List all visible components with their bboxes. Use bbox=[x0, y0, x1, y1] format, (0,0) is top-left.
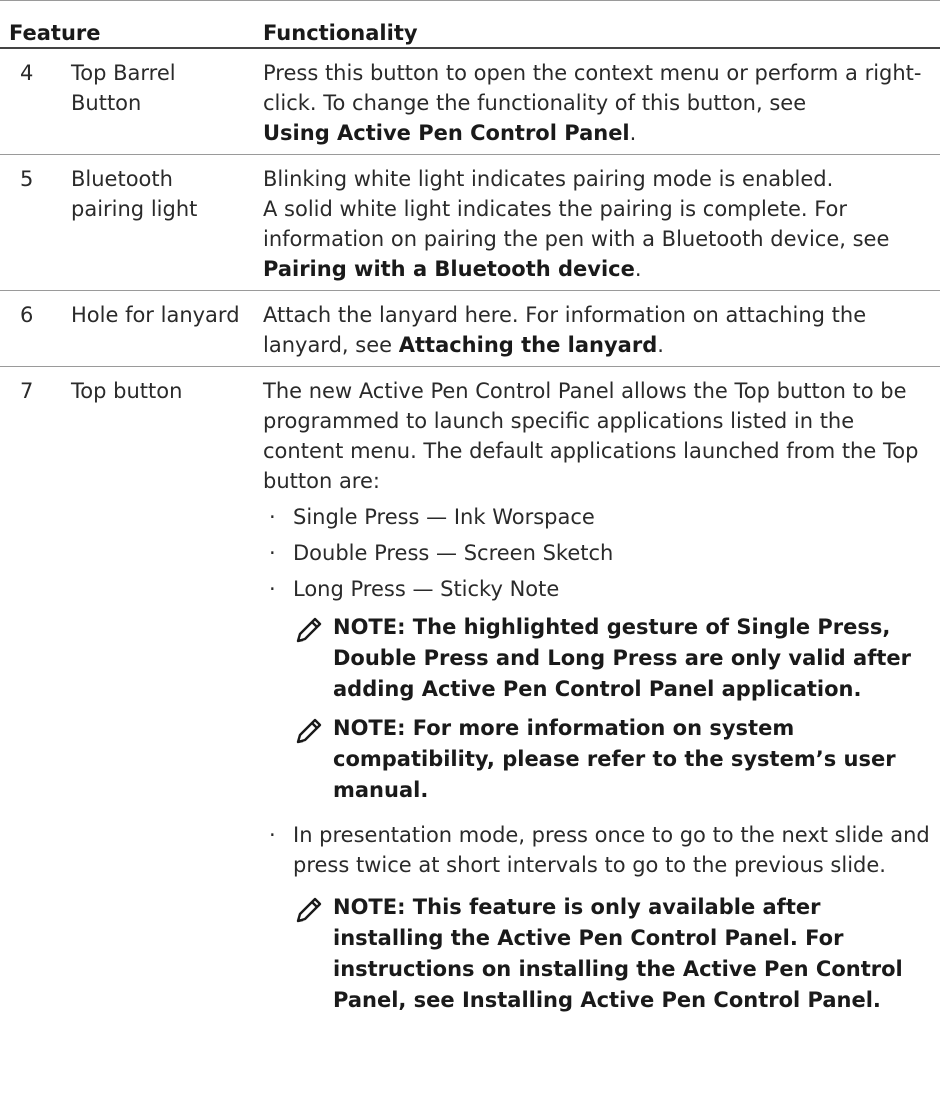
list-item: · Long Press — Sticky Note bbox=[263, 574, 938, 604]
list-item-text: Long Press — Sticky Note bbox=[293, 577, 560, 601]
list-item-text: In presentation mode, press once to go t… bbox=[293, 823, 930, 877]
header-functionality: Functionality bbox=[263, 21, 418, 45]
note-text: NOTE: This feature is only available aft… bbox=[333, 895, 903, 1012]
note-block: NOTE: The highlighted gesture of Single … bbox=[263, 612, 938, 705]
note-text: NOTE: The highlighted gesture of Single … bbox=[333, 615, 911, 701]
xref-link[interactable]: Attaching the lanyard bbox=[399, 333, 658, 357]
list-item: · Single Press — Ink Worspace bbox=[263, 502, 938, 532]
row-tail: . bbox=[629, 121, 637, 145]
table-row: 7 Top button The new Active Pen Control … bbox=[0, 367, 940, 1022]
note-block: NOTE: This feature is only available aft… bbox=[263, 892, 938, 1016]
list-item: · In presentation mode, press once to go… bbox=[263, 820, 938, 880]
xref-link[interactable]: Using Active Pen Control Panel bbox=[263, 121, 630, 145]
note-text: NOTE: For more information on system com… bbox=[333, 716, 896, 802]
bullet-dot: · bbox=[269, 823, 276, 847]
row-tail: . bbox=[634, 257, 642, 281]
row-functionality: Press this button to open the context me… bbox=[263, 49, 938, 154]
row-feature: Hole for lanyard bbox=[71, 303, 240, 327]
row-number: 5 bbox=[20, 167, 34, 191]
row-tail: . bbox=[657, 333, 664, 357]
row-feature: Top Barrel Button bbox=[71, 61, 176, 115]
header-feature: Feature bbox=[9, 21, 101, 45]
row-functionality: Blinking white light indicates pairing m… bbox=[263, 155, 938, 290]
bullet-dot: · bbox=[269, 505, 276, 529]
row-functionality: The new Active Pen Control Panel allows … bbox=[263, 367, 938, 1022]
pencil-note-icon bbox=[296, 617, 322, 643]
row-text: Press this button to open the context me… bbox=[263, 61, 922, 115]
row-intro: The new Active Pen Control Panel allows … bbox=[263, 379, 919, 493]
table-row: 6 Hole for lanyard Attach the lanyard he… bbox=[0, 291, 940, 367]
row-number: 6 bbox=[20, 303, 34, 327]
row-functionality: Attach the lanyard here. For information… bbox=[263, 291, 938, 366]
bullet-dot: · bbox=[269, 577, 276, 601]
row-line: Blinking white light indicates pairing m… bbox=[263, 167, 834, 191]
table-top-rule bbox=[0, 0, 940, 1]
pencil-note-icon bbox=[296, 897, 322, 923]
row-feature: Top button bbox=[71, 379, 183, 403]
row-text: A solid white light indicates the pairin… bbox=[263, 197, 890, 251]
list-item-text: Double Press — Screen Sketch bbox=[293, 541, 614, 565]
table-header: Feature Functionality bbox=[0, 7, 940, 49]
table-row: 5 Bluetooth pairing light Blinking white… bbox=[0, 155, 940, 291]
xref-link[interactable]: Pairing with a Bluetooth device bbox=[263, 257, 635, 281]
bullet-dot: · bbox=[269, 541, 276, 565]
row-number: 4 bbox=[20, 61, 34, 85]
list-item: · Double Press — Screen Sketch bbox=[263, 538, 938, 568]
feature-table: Feature Functionality 4 Top Barrel Butto… bbox=[0, 7, 940, 1022]
table-row: 4 Top Barrel Button Press this button to… bbox=[0, 49, 940, 155]
row-feature: Bluetooth pairing light bbox=[71, 167, 198, 221]
pencil-note-icon bbox=[296, 718, 322, 744]
row-number: 7 bbox=[20, 379, 34, 403]
note-block: NOTE: For more information on system com… bbox=[263, 713, 938, 806]
list-item-text: Single Press — Ink Worspace bbox=[293, 505, 595, 529]
